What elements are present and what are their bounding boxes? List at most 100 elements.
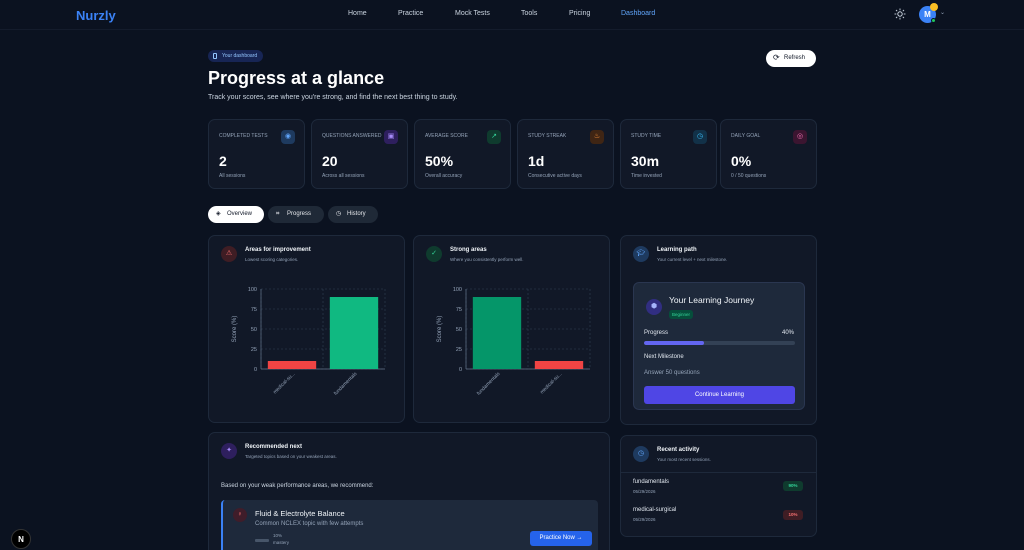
graduation-cap-icon: 🎓︎ bbox=[633, 246, 649, 262]
areas-improvement-title: Areas for improvement bbox=[245, 247, 311, 253]
tab-overview[interactable]: ◈ Overview bbox=[208, 206, 264, 223]
dashboard-pill-label: Your dashboard bbox=[222, 53, 258, 59]
tab-history[interactable]: ◷ History bbox=[328, 206, 378, 223]
stat-label: AVERAGE SCORE bbox=[425, 133, 468, 139]
stat-value: 30m bbox=[631, 153, 660, 169]
y-tick-label: 75 bbox=[251, 307, 257, 313]
learning-path-subtitle: Your current level + next milestone. bbox=[657, 257, 728, 262]
y-tick-label: 50 bbox=[251, 327, 257, 333]
recent-activity-subtitle: Your most recent sessions. bbox=[657, 457, 711, 462]
activity-name[interactable]: medical-surgical bbox=[633, 507, 676, 513]
nav-tools[interactable]: Tools bbox=[521, 10, 537, 17]
overview-icon: ◈ bbox=[216, 211, 221, 217]
x-tick-label: fundamentals bbox=[476, 371, 502, 397]
eye-icon: ◉ bbox=[281, 130, 295, 144]
clock-icon: ◷ bbox=[693, 130, 707, 144]
continue-learning-button[interactable]: Continue Learning bbox=[644, 386, 795, 404]
level-badge: Beginner bbox=[669, 310, 694, 319]
bar bbox=[534, 361, 584, 369]
stat-value: 50% bbox=[425, 153, 454, 169]
stat-label: STUDY STREAK bbox=[528, 133, 567, 139]
stat-value: 20 bbox=[322, 153, 338, 169]
progress-label: Progress bbox=[644, 330, 669, 336]
logo[interactable]: Nurzly bbox=[76, 8, 116, 23]
sun-icon[interactable] bbox=[894, 8, 906, 20]
practice-now-button[interactable]: Practice Now → bbox=[530, 531, 592, 546]
strong-bar-chart: 0 25 50 75 100 fundamentals medical-su... Score… bbox=[437, 287, 591, 397]
y-tick-label: 25 bbox=[251, 347, 257, 353]
target-icon: ◎ bbox=[793, 130, 807, 144]
check-circle-icon: ✓ bbox=[426, 246, 442, 262]
sparkle-icon: ✦ bbox=[221, 443, 237, 459]
lightbulb-icon: ♀ bbox=[233, 508, 247, 522]
nav-mock-tests[interactable]: Mock Tests bbox=[455, 10, 490, 17]
tab-overview-label: Overview bbox=[227, 211, 253, 217]
cube-icon: ⬢ bbox=[646, 299, 662, 315]
stat-card: COMPLETED TESTS ◉ 2 All sessions bbox=[208, 119, 305, 189]
refresh-button[interactable]: ⟳ Refresh bbox=[766, 50, 816, 67]
nav-dashboard[interactable]: Dashboard bbox=[621, 10, 655, 17]
improvement-bar-chart: 0 25 50 75 100 medical-su... fundamentals Score… bbox=[232, 287, 386, 397]
bar bbox=[472, 297, 522, 369]
journey-title: Your Learning Journey bbox=[669, 295, 755, 305]
stat-label: COMPLETED TESTS bbox=[219, 133, 268, 139]
activity-name[interactable]: fundamentals bbox=[633, 479, 669, 485]
tab-progress[interactable]: ⌗ Progress bbox=[268, 206, 324, 223]
next-devtools-button[interactable]: N bbox=[11, 529, 31, 549]
y-axis-label: Score (%) bbox=[232, 316, 238, 343]
stat-sub: 0 / 50 questions bbox=[731, 173, 767, 179]
learning-journey-card: ⬢ Your Learning Journey Beginner Progres… bbox=[633, 282, 805, 410]
recommended-intro: Based on your weak performance areas, we… bbox=[221, 483, 374, 489]
page-subtitle: Track your scores, see where you're stro… bbox=[208, 94, 458, 101]
bar bbox=[267, 361, 317, 369]
book-icon: ▣ bbox=[384, 130, 398, 144]
strong-areas-title: Strong areas bbox=[450, 247, 487, 253]
avatar-badge-icon bbox=[930, 3, 938, 11]
milestone-text: Answer 50 questions bbox=[644, 370, 700, 376]
stat-value: 0% bbox=[731, 153, 752, 169]
clock-icon: ◷ bbox=[633, 446, 649, 462]
mastery-percent: 10% bbox=[273, 533, 283, 538]
nav-practice[interactable]: Practice bbox=[398, 10, 423, 17]
x-tick-label: medical-su... bbox=[539, 371, 563, 395]
y-tick-label: 25 bbox=[456, 347, 462, 353]
tab-history-label: History bbox=[347, 211, 366, 217]
stat-sub: Consecutive active days bbox=[528, 173, 582, 179]
badge-icon bbox=[213, 53, 217, 59]
online-status-icon bbox=[931, 18, 936, 23]
activity-date: 05/29/2026 bbox=[633, 489, 656, 494]
stat-card: STUDY STREAK ♨ 1d Consecutive active days bbox=[517, 119, 614, 189]
refresh-icon: ⟳ bbox=[773, 53, 780, 62]
recommendation-card[interactable]: ♀ Fluid & Electrolyte Balance Common NCL… bbox=[221, 500, 598, 550]
recommended-subtitle: Targeted topics based on your weakest ar… bbox=[245, 454, 337, 459]
page-title: Progress at a glance bbox=[208, 68, 385, 88]
stat-sub: All sessions bbox=[219, 173, 246, 179]
stat-sub: Across all sessions bbox=[322, 173, 365, 179]
stat-value: 2 bbox=[219, 153, 227, 169]
stat-value: 1d bbox=[528, 153, 545, 169]
dashboard-pill: Your dashboard bbox=[208, 50, 264, 62]
score-badge: 90% bbox=[783, 481, 803, 491]
stat-label: QUESTIONS ANSWERED bbox=[322, 133, 382, 139]
nav-pricing[interactable]: Pricing bbox=[569, 10, 590, 17]
nav-home[interactable]: Home bbox=[348, 10, 367, 17]
stat-card: STUDY TIME ◷ 30m Time invested bbox=[620, 119, 717, 189]
score-badge: 10% bbox=[783, 510, 803, 520]
recommended-title: Recommended next bbox=[245, 444, 303, 450]
progress-bar bbox=[644, 341, 795, 345]
refresh-label: Refresh bbox=[784, 55, 806, 61]
mastery-bar bbox=[255, 539, 269, 542]
areas-improvement-panel: ⚠ Areas for improvement Lowest scoring c… bbox=[208, 235, 405, 423]
recommendation-title: Fluid & Electrolyte Balance bbox=[255, 509, 345, 518]
chart-icon: ⌗ bbox=[276, 211, 280, 217]
y-tick-label: 0 bbox=[459, 367, 462, 373]
stat-label: DAILY GOAL bbox=[731, 133, 761, 139]
stat-card: DAILY GOAL ◎ 0% 0 / 50 questions bbox=[720, 119, 817, 189]
chevron-down-icon[interactable]: ⌄ bbox=[940, 9, 945, 16]
recent-activity-title: Recent activity bbox=[657, 447, 700, 453]
x-tick-label: fundamentals bbox=[333, 371, 359, 397]
bar bbox=[329, 297, 379, 369]
learning-path-panel: 🎓︎ Learning path Your current level + ne… bbox=[620, 235, 817, 425]
top-nav: Nurzly Home Practice Mock Tests Tools Pr… bbox=[0, 0, 1024, 30]
divider bbox=[621, 472, 817, 473]
